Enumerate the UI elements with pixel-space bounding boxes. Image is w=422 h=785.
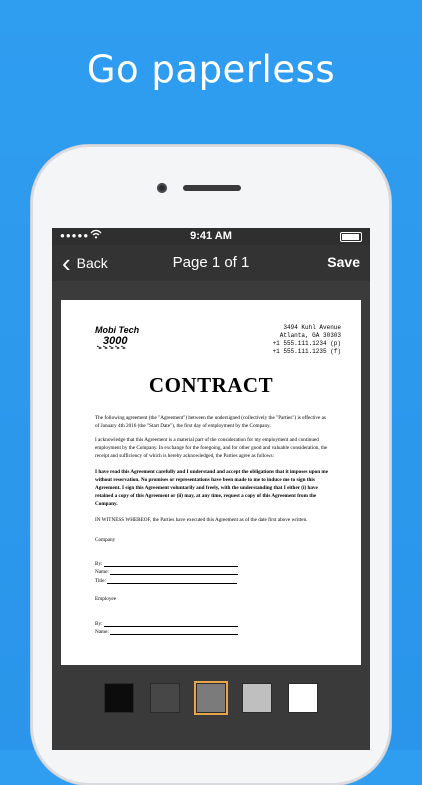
company-label: Company [95,537,116,543]
phone-line: +1 555.111.1234 (p) [272,340,341,347]
title-line [107,577,238,584]
filter-swatch-light-gray[interactable] [242,683,272,713]
company-title-row: Title: [95,577,238,584]
page-indicator: Page 1 of 1 [172,254,250,271]
svg-text:Mobi Tech: Mobi Tech [95,325,140,335]
save-button[interactable]: Save [327,254,360,270]
name-line [110,628,239,635]
by-label: By: [95,561,103,567]
name-label: Name: [95,629,109,635]
paragraph-acknowledgment: I have read this Agreement carefully and… [95,469,329,507]
battery-icon [340,232,362,242]
filter-swatch-gray[interactable] [196,683,226,713]
earpiece-speaker [183,185,241,191]
fax-line: +1 555.111.1235 (f) [272,348,341,355]
address-line: 3494 Kuhl Avenue [283,324,341,331]
navigation-bar: ‹ Back Page 1 of 1 Save [52,245,370,281]
filter-swatch-black[interactable] [104,683,134,713]
filter-swatch-dark-gray[interactable] [150,683,180,713]
app-screen: ●●●●● 9:41 AM ‹ Back Page 1 of 1 Save Mo… [52,228,370,750]
color-filter-bar [52,665,370,750]
svg-text:3000: 3000 [103,335,128,347]
scanned-page: Mobi Tech 3000 3494 Kuhl Avenue Atlanta,… [61,300,361,692]
paragraph-witness: IN WITNESS WHEREOF, the Parties have exe… [95,517,308,523]
headline: Go paperless [86,48,336,91]
document-viewer[interactable]: Mobi Tech 3000 3494 Kuhl Avenue Atlanta,… [52,281,370,692]
company-address: 3494 Kuhl Avenue Atlanta, GA 30303 +1 55… [273,324,341,356]
signature-line [103,620,238,627]
company-logo: Mobi Tech 3000 [95,325,140,349]
document-title: CONTRACT [148,373,274,397]
status-time: 9:41 AM [190,230,232,242]
by-label: By: [95,621,103,627]
address-line: Atlanta, GA 30303 [279,332,341,339]
employee-name-row: Name: [95,628,239,635]
company-by-row: By: [95,560,238,567]
signature-line [103,560,238,567]
company-name-row: Name: [95,568,239,575]
employee-label: Employee [95,596,117,602]
filter-swatch-white[interactable] [288,683,318,713]
name-line [110,568,239,575]
name-label: Name: [95,569,109,575]
front-camera [157,183,167,193]
paragraph-consideration: I acknowledge that this Agreement is a m… [95,437,328,459]
employee-by-row: By: [95,620,238,627]
title-label: Title: [95,578,107,584]
paragraph-intro: The following agreement (the "Agreement"… [95,415,326,429]
status-bar: ●●●●● 9:41 AM [52,228,370,245]
